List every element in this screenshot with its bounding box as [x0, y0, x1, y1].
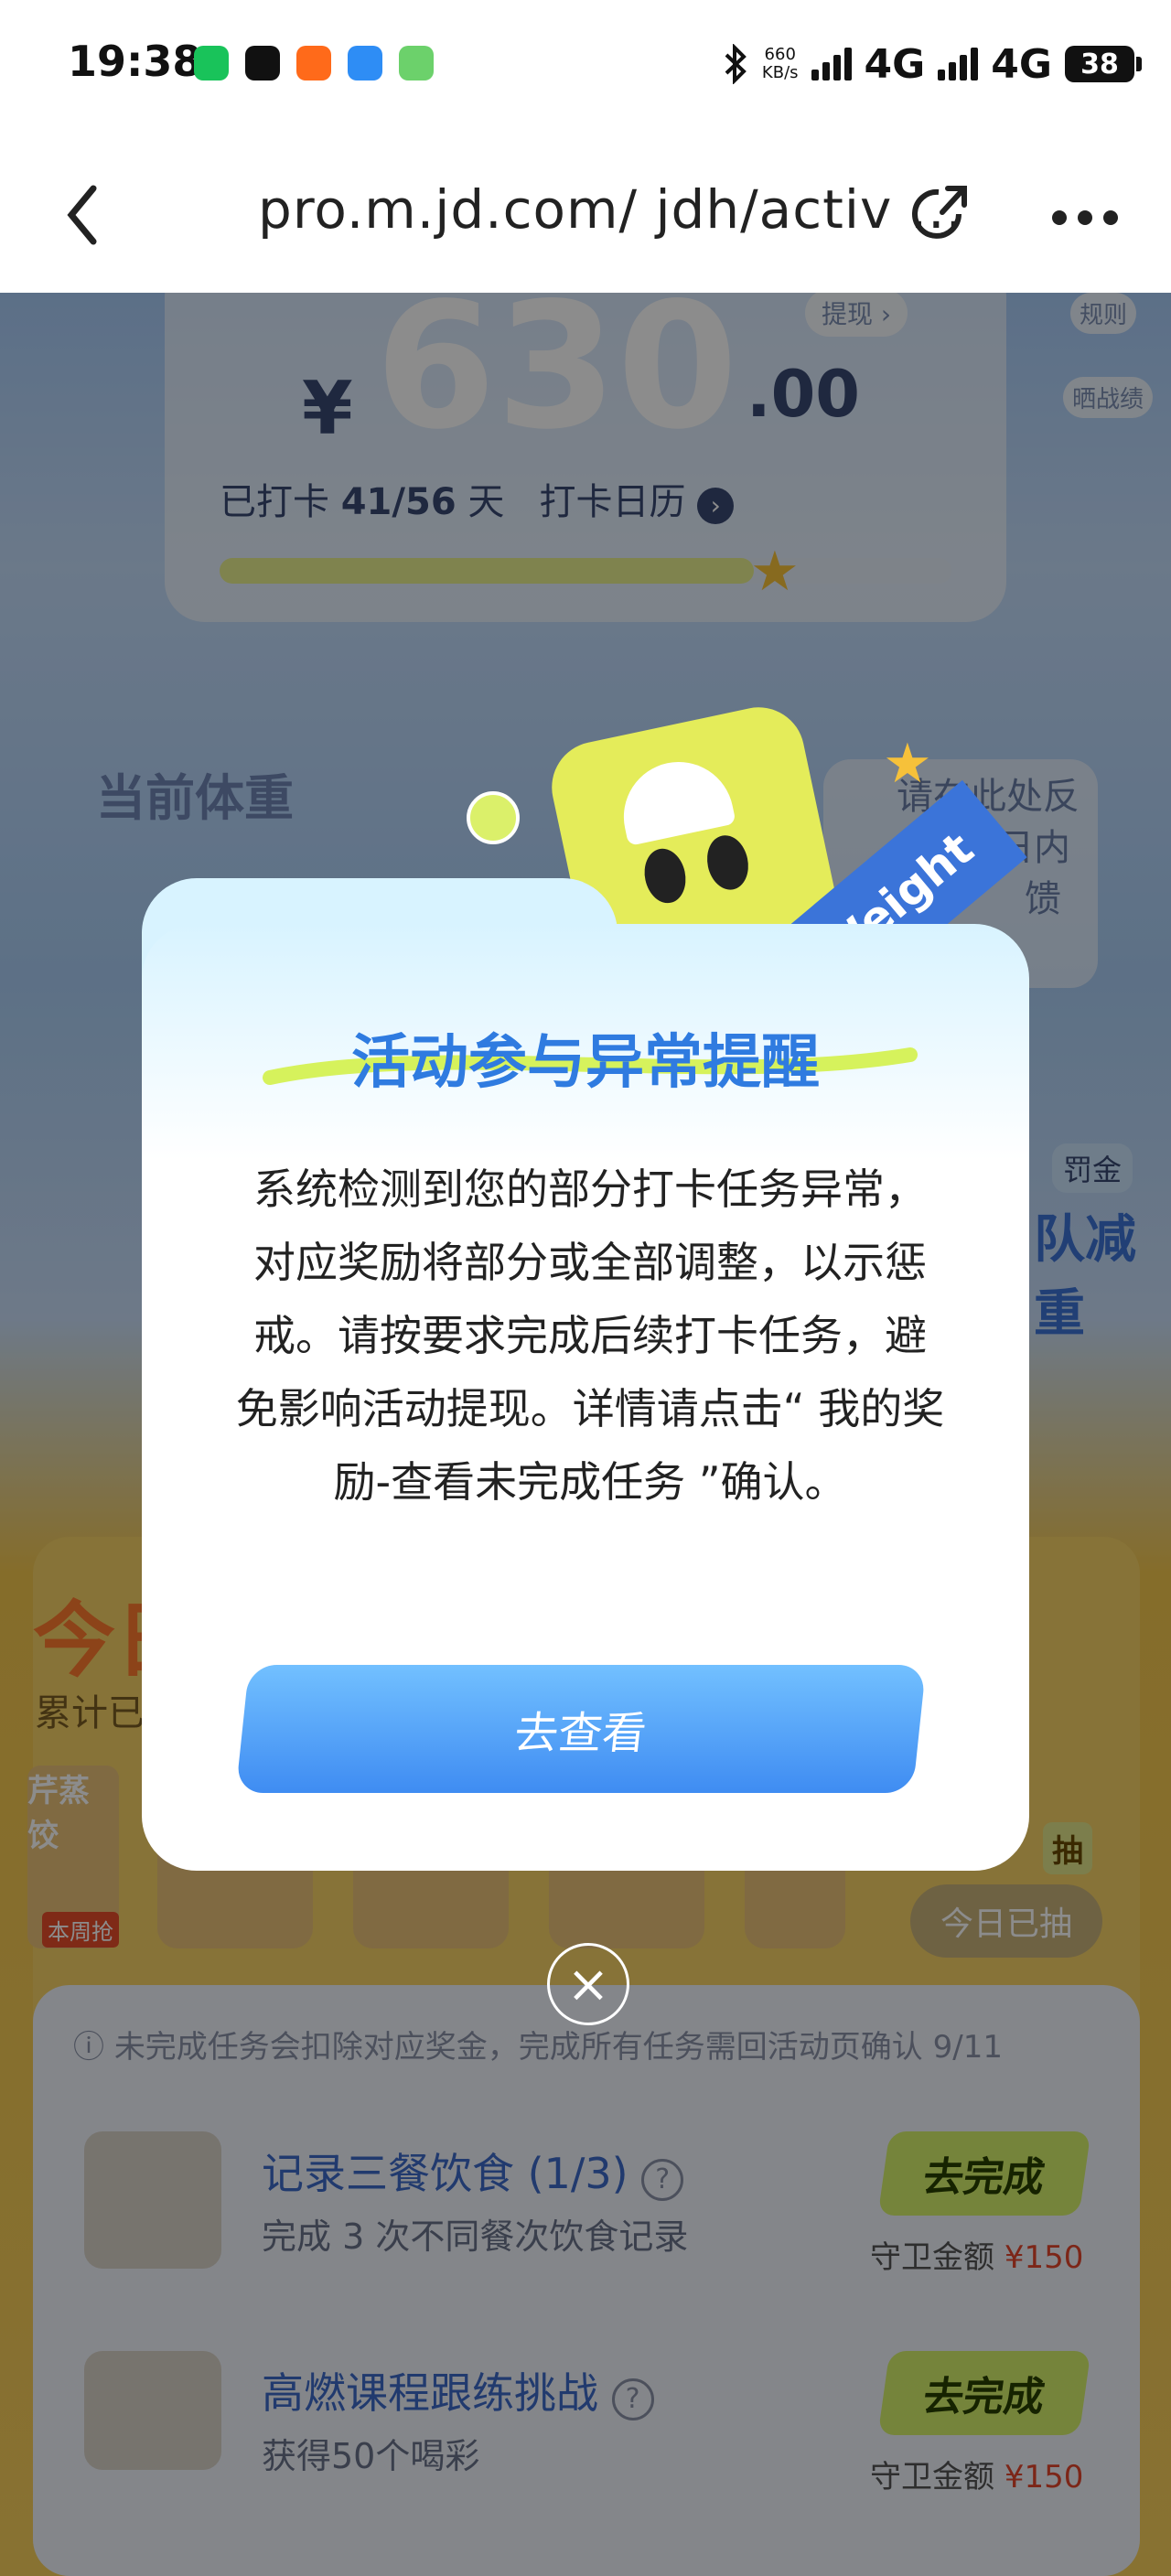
alert-modal: 活动参与异常提醒 系统检测到您的部分打卡任务异常，对应奖励将部分或全部调整，以示…	[142, 924, 1029, 1871]
close-icon[interactable]: ×	[547, 1943, 629, 2025]
url-text[interactable]: pro.m.jd.com/ jdh/activ ...	[258, 178, 963, 241]
net-rate: 660 KB/s	[762, 46, 799, 82]
status-right: 660 KB/s 4G 4G 38	[722, 37, 1142, 91]
network-type-2: 4G	[991, 40, 1052, 88]
status-bar: 19:38 660 KB/s 4G 4G 38	[0, 0, 1171, 128]
back-arrow-icon[interactable]	[64, 183, 101, 247]
star-icon: ★	[883, 732, 932, 796]
modal-body: 系统检测到您的部分打卡任务异常，对应奖励将部分或全部调整，以示惩戒。请按要求完成…	[235, 1165, 945, 1507]
mascot-eye-right	[702, 831, 754, 894]
view-button[interactable]: 去查看	[235, 1665, 927, 1793]
wechat-icon	[194, 46, 229, 80]
modal-title: 活动参与异常提醒	[351, 1029, 820, 1097]
signal-icon	[811, 48, 852, 80]
taobao-icon	[296, 46, 331, 80]
ball-icon	[467, 791, 520, 844]
status-time: 19:38	[68, 37, 202, 86]
net-rate-value: 660	[764, 45, 796, 64]
tiktok-icon	[245, 46, 280, 80]
network-type-1: 4G	[864, 40, 926, 88]
more-icon[interactable]	[1050, 209, 1120, 227]
share-icon[interactable]	[906, 181, 972, 247]
bluetooth-icon	[725, 44, 747, 84]
app-icon	[348, 46, 382, 80]
mascot-eye-left	[639, 844, 691, 907]
net-rate-unit: KB/s	[761, 63, 799, 82]
scale-icon	[613, 751, 736, 846]
game-app-icon	[399, 46, 434, 80]
battery-icon: 38	[1065, 46, 1142, 82]
signal-icon-2	[938, 48, 979, 80]
